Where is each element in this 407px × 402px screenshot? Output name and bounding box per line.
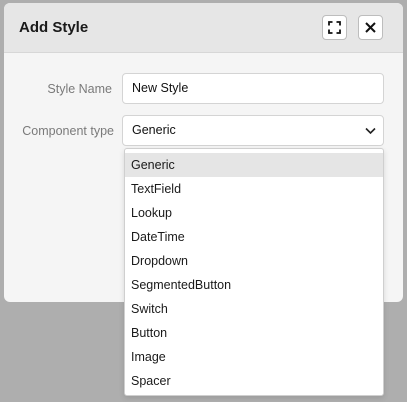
dropdown-option-button[interactable]: Button xyxy=(125,321,383,345)
close-icon xyxy=(365,22,376,33)
component-type-value: Generic xyxy=(132,123,176,137)
dropdown-option-switch[interactable]: Switch xyxy=(125,297,383,321)
component-type-select[interactable]: Generic xyxy=(122,115,384,146)
dropdown-option-dropdown[interactable]: Dropdown xyxy=(125,249,383,273)
expand-icon xyxy=(328,21,341,34)
dropdown-option-spacer[interactable]: Spacer xyxy=(125,369,383,393)
dialog-title: Add Style xyxy=(19,19,89,36)
dropdown-option-datetime[interactable]: DateTime xyxy=(125,225,383,249)
dropdown-option-generic[interactable]: Generic xyxy=(125,153,383,177)
chevron-down-icon xyxy=(365,127,376,135)
dropdown-option-textfield[interactable]: TextField xyxy=(125,177,383,201)
dialog-header: Add Style xyxy=(4,3,403,53)
component-type-label: Component type xyxy=(22,124,114,138)
dropdown-option-image[interactable]: Image xyxy=(125,345,383,369)
style-name-input[interactable]: New Style xyxy=(122,73,384,104)
dropdown-option-lookup[interactable]: Lookup xyxy=(125,201,383,225)
close-button[interactable] xyxy=(358,15,383,40)
component-type-dropdown: Generic TextField Lookup DateTime Dropdo… xyxy=(124,148,384,396)
style-name-label: Style Name xyxy=(47,82,112,96)
expand-button[interactable] xyxy=(322,15,347,40)
dropdown-option-segmentedbutton[interactable]: SegmentedButton xyxy=(125,273,383,297)
